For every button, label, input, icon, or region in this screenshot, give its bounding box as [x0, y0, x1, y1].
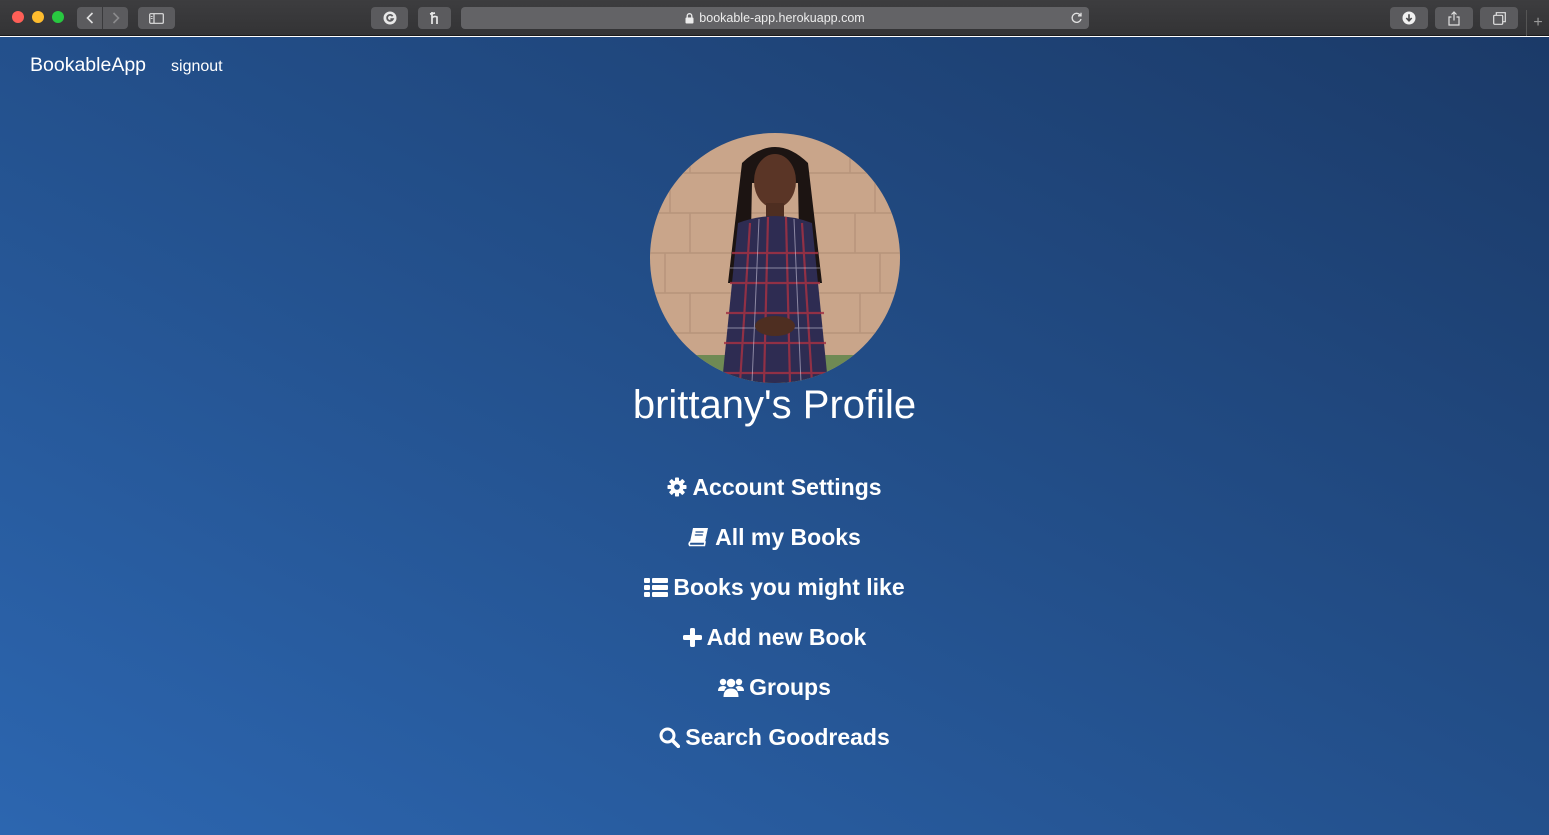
profile-menu: Account Settings All my Books Books you … — [0, 462, 1549, 762]
book-icon — [688, 527, 710, 547]
chevron-left-icon — [85, 12, 93, 24]
profile-avatar — [650, 133, 900, 383]
books-you-might-like-link[interactable]: Books you might like — [644, 562, 905, 612]
groups-link[interactable]: Groups — [718, 662, 831, 712]
download-icon — [1402, 11, 1416, 25]
share-icon — [1448, 10, 1460, 26]
plus-icon — [682, 627, 702, 647]
url-text: bookable-app.herokuapp.com — [699, 11, 865, 25]
browser-toolbar: bookable-app.herokuapp.com + — [0, 0, 1549, 36]
list-icon — [644, 577, 669, 597]
search-goodreads-link[interactable]: Search Goodreads — [659, 712, 890, 762]
share-button[interactable] — [1435, 7, 1473, 29]
show-tabs-button[interactable] — [1480, 7, 1518, 29]
menu-item-label: Groups — [749, 673, 831, 700]
menu-item-label: All my Books — [715, 523, 861, 550]
history-nav-group — [77, 7, 128, 29]
menu-item-label: Add new Book — [706, 623, 867, 650]
gear-icon — [667, 477, 687, 497]
chevron-right-icon — [112, 12, 120, 24]
page-body: BookableApp signout brittany's Profile A… — [0, 37, 1549, 835]
tabs-overview-icon — [1492, 11, 1506, 25]
page-title: brittany's Profile — [632, 383, 917, 427]
honey-extension-button[interactable] — [418, 7, 451, 29]
all-my-books-link[interactable]: All my Books — [688, 512, 861, 562]
signout-link[interactable]: signout — [171, 58, 223, 76]
lock-icon — [685, 12, 694, 24]
new-tab-button[interactable]: + — [1526, 10, 1549, 36]
downloads-button[interactable] — [1390, 7, 1428, 29]
menu-item-label: Books you might like — [673, 573, 905, 600]
honey-h-icon — [429, 12, 438, 24]
grammarly-icon — [383, 11, 396, 25]
sidebar-icon — [149, 12, 164, 24]
users-icon — [718, 677, 745, 697]
address-bar[interactable]: bookable-app.herokuapp.com — [461, 7, 1089, 29]
close-window-button[interactable] — [12, 11, 24, 23]
forward-button[interactable] — [102, 7, 128, 29]
menu-item-label: Account Settings — [692, 473, 882, 500]
minimize-window-button[interactable] — [32, 11, 44, 23]
sidebar-toggle-button[interactable] — [138, 7, 175, 29]
add-new-book-link[interactable]: Add new Book — [682, 612, 867, 662]
account-settings-link[interactable]: Account Settings — [667, 462, 882, 512]
search-icon — [659, 727, 681, 748]
zoom-window-button[interactable] — [52, 11, 64, 23]
back-button[interactable] — [77, 7, 102, 29]
brand-link[interactable]: BookableApp — [30, 54, 146, 77]
menu-item-label: Search Goodreads — [685, 723, 890, 750]
grammarly-extension-button[interactable] — [371, 7, 408, 29]
top-navbar: BookableApp signout — [30, 54, 223, 77]
reload-icon[interactable] — [1070, 11, 1083, 24]
